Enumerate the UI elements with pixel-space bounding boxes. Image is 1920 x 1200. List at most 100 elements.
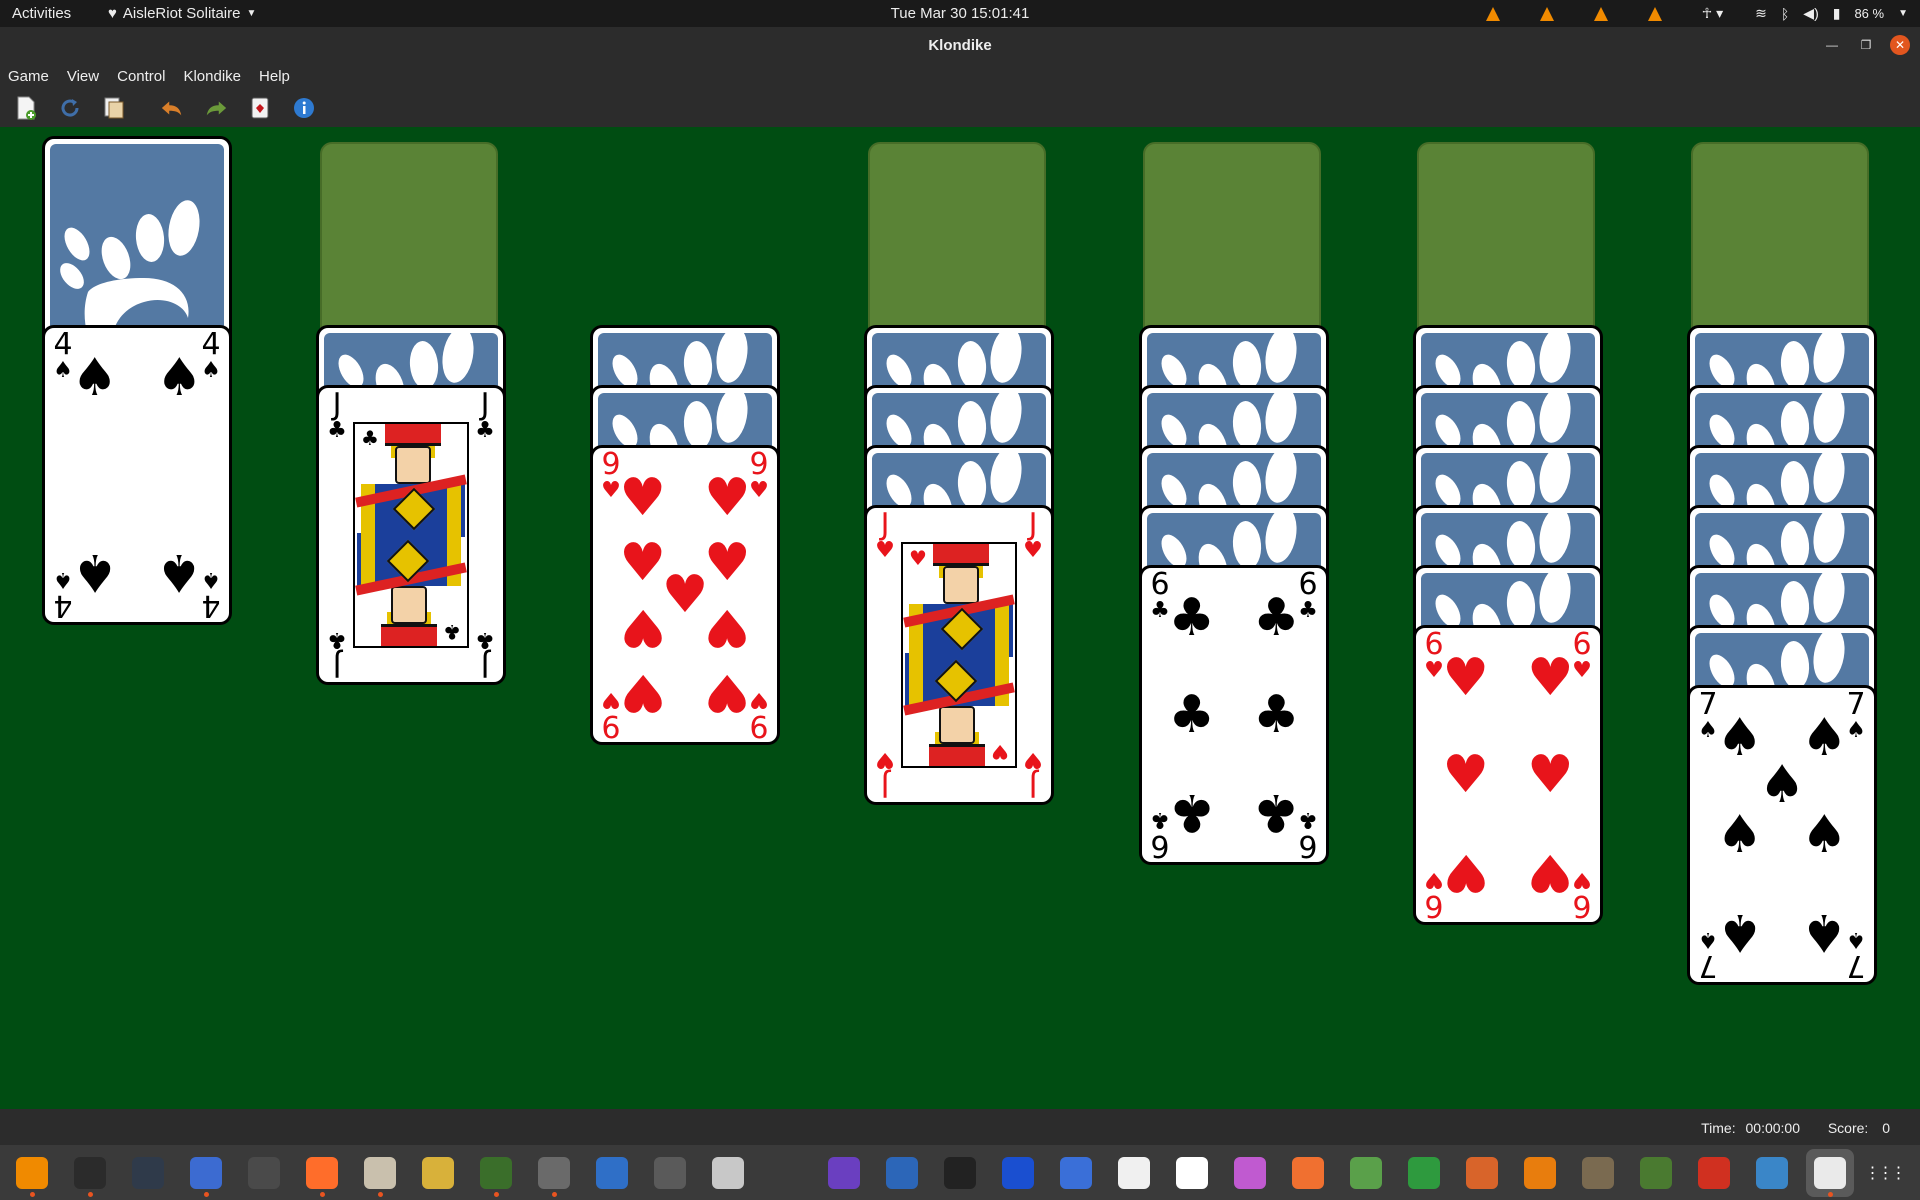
time-label: Time:	[1701, 1120, 1736, 1136]
image-viewer-icon[interactable]	[1342, 1149, 1390, 1197]
jack-court-art: ♥ ♥	[901, 542, 1017, 768]
card-index: J ♥	[1023, 747, 1043, 802]
audio-icon[interactable]	[994, 1149, 1042, 1197]
text-editor-icon[interactable]	[182, 1149, 230, 1197]
minecraft-icon[interactable]	[1632, 1149, 1680, 1197]
app-menu-label: AisleRiot Solitaire	[122, 5, 241, 22]
gimp-icon[interactable]	[1574, 1149, 1622, 1197]
suit-pip: ♥	[1527, 842, 1574, 903]
battery-icon[interactable]: ▮	[1833, 5, 1841, 22]
menu-klondike[interactable]: Klondike	[183, 65, 250, 89]
accessibility-icon[interactable]: ☥ ▾	[1702, 5, 1723, 22]
card-9-♥[interactable]: 9 ♥ 9 ♥ 9 ♥ 9 ♥ ♥ ♥ ♥ ♥ ♥ ♥ ♥ ♥ ♥	[590, 445, 780, 745]
time-display: Time: 00:00:00	[1701, 1120, 1800, 1136]
screenshot-icon[interactable]	[1052, 1149, 1100, 1197]
vlc-tray-icon[interactable]	[1593, 6, 1608, 21]
document-viewer-icon[interactable]	[646, 1149, 694, 1197]
suit-pip: ♣	[1168, 782, 1215, 843]
cheese-icon[interactable]	[820, 1149, 868, 1197]
undo-icon[interactable]	[160, 96, 184, 120]
inkscape-icon[interactable]	[936, 1149, 984, 1197]
game-table[interactable]: 4 ♠ 4 ♠ 4 ♠ 4 ♠ ♠ ♠ ♠ ♠ J ♣ J ♣ J ♣ J ♣ ♣ ♣ 9 ♥ 9 ♥ 9 ♥ 9 ♥ ♥ ♥ ♥ ♥ ♥ ♥ ♥ ♥ ♥ J…	[0, 127, 1920, 1109]
impress-icon[interactable]	[1458, 1149, 1506, 1197]
card-index: J ♣	[475, 627, 495, 682]
firefox-icon[interactable]	[298, 1149, 346, 1197]
vlc-tray-icon[interactable]	[1647, 6, 1662, 21]
tweaks-icon[interactable]	[1226, 1149, 1274, 1197]
suit-pip: ♠	[71, 542, 118, 603]
redo-icon[interactable]	[204, 96, 228, 120]
menu-help[interactable]: Help	[259, 65, 299, 89]
mario-icon[interactable]	[1690, 1149, 1738, 1197]
menu-bar: Game View Control Klondike Help	[0, 65, 1920, 89]
wifi-icon[interactable]: ≋	[1755, 5, 1767, 22]
running-indicator	[1827, 1191, 1833, 1197]
app-menu[interactable]: ♥ AisleRiot Solitaire ▼	[108, 5, 256, 22]
minimize-icon[interactable]: —	[1822, 35, 1842, 55]
calculator-icon[interactable]	[414, 1149, 462, 1197]
typora-icon[interactable]	[1168, 1149, 1216, 1197]
chevron-down-icon[interactable]: ▼	[1898, 8, 1908, 19]
card-index: J ♥	[875, 747, 895, 802]
calc-icon[interactable]	[1400, 1149, 1448, 1197]
system-tray[interactable]: ☥ ▾ ≋ ᛒ ◀) ▮ 86 % ▼	[1485, 3, 1908, 24]
blender-icon[interactable]	[1516, 1149, 1564, 1197]
software-updater-icon[interactable]	[762, 1149, 810, 1197]
software-center-icon[interactable]	[1284, 1149, 1332, 1197]
window-title: Klondike	[928, 37, 992, 54]
card-J-♣[interactable]: J ♣ J ♣ J ♣ J ♣ ♣ ♣	[316, 385, 506, 685]
score-label: Score:	[1827, 1120, 1869, 1136]
activities-button[interactable]: Activities	[12, 5, 71, 22]
menu-control[interactable]: Control	[117, 65, 174, 89]
clock[interactable]: Tue Mar 30 15:01:41	[891, 5, 1030, 22]
card-index: J ♥	[1023, 508, 1043, 563]
info-icon[interactable]	[292, 96, 316, 120]
card-6-♣[interactable]: 6 ♣ 6 ♣ 6 ♣ 6 ♣ ♣ ♣ ♣ ♣ ♣ ♣	[1139, 565, 1329, 865]
card-4-♠[interactable]: 4 ♠ 4 ♠ 4 ♠ 4 ♠ ♠ ♠ ♠ ♠	[42, 325, 232, 625]
terminal-icon[interactable]	[66, 1149, 114, 1197]
vlc-tray-icon[interactable]	[1485, 6, 1500, 21]
running-indicator	[551, 1191, 557, 1197]
menu-view[interactable]: View	[67, 65, 108, 89]
score-display: Score: 0	[1828, 1120, 1890, 1136]
system-monitor-icon[interactable]	[124, 1149, 172, 1197]
vlc-icon[interactable]	[8, 1149, 56, 1197]
clock-icon[interactable]	[240, 1149, 288, 1197]
hint-icon[interactable]	[248, 96, 272, 120]
suit-pip: ♥	[619, 467, 666, 528]
card-7-♠[interactable]: 7 ♠ 7 ♠ 7 ♠ 7 ♠ ♠ ♠ ♠ ♠ ♠ ♠ ♠	[1687, 685, 1877, 985]
volume-icon[interactable]: ◀)	[1803, 5, 1818, 22]
vlc-tray-icon[interactable]	[1539, 6, 1554, 21]
suit-pip: ♥	[1527, 745, 1574, 805]
new-game-icon[interactable]	[14, 96, 38, 120]
files-icon[interactable]	[356, 1149, 404, 1197]
character-map-icon[interactable]	[1110, 1149, 1158, 1197]
show-apps-icon[interactable]: ⋮⋮⋮	[1860, 1149, 1908, 1197]
window-title-bar[interactable]: Klondike — ❐ ✕	[0, 27, 1920, 65]
select-game-icon[interactable]	[102, 96, 126, 120]
suit-pip: ♥	[1442, 647, 1489, 708]
aisleriot-icon[interactable]	[1806, 1148, 1854, 1197]
document-scanner-icon[interactable]	[1748, 1149, 1796, 1197]
suit-pip: ♣	[1168, 587, 1215, 648]
menu-game[interactable]: Game	[8, 65, 58, 89]
suit-pip: ♠	[1801, 902, 1848, 963]
card-6-♥[interactable]: 6 ♥ 6 ♥ 6 ♥ 6 ♥ ♥ ♥ ♥ ♥ ♥ ♥	[1413, 625, 1603, 925]
virtualbox-icon[interactable]	[878, 1149, 926, 1197]
patience-icon[interactable]	[472, 1149, 520, 1197]
running-indicator	[377, 1191, 383, 1197]
close-icon[interactable]: ✕	[1890, 35, 1910, 55]
charts-icon[interactable]	[704, 1149, 752, 1197]
suit-pip: ♠	[1758, 755, 1806, 816]
restart-icon[interactable]	[58, 96, 82, 120]
card-index: J ♣	[475, 388, 495, 443]
suit-pip: ♣	[1253, 782, 1300, 843]
settings-icon[interactable]	[530, 1149, 578, 1197]
writer-icon[interactable]	[588, 1149, 636, 1197]
running-indicator	[87, 1191, 93, 1197]
card-J-♥[interactable]: J ♥ J ♥ J ♥ J ♥ ♥ ♥	[864, 505, 1054, 805]
bluetooth-icon[interactable]: ᛒ	[1781, 6, 1789, 22]
battery-percent[interactable]: 86 %	[1854, 6, 1884, 21]
card-index: J ♣	[327, 627, 347, 682]
maximize-icon[interactable]: ❐	[1856, 35, 1876, 55]
